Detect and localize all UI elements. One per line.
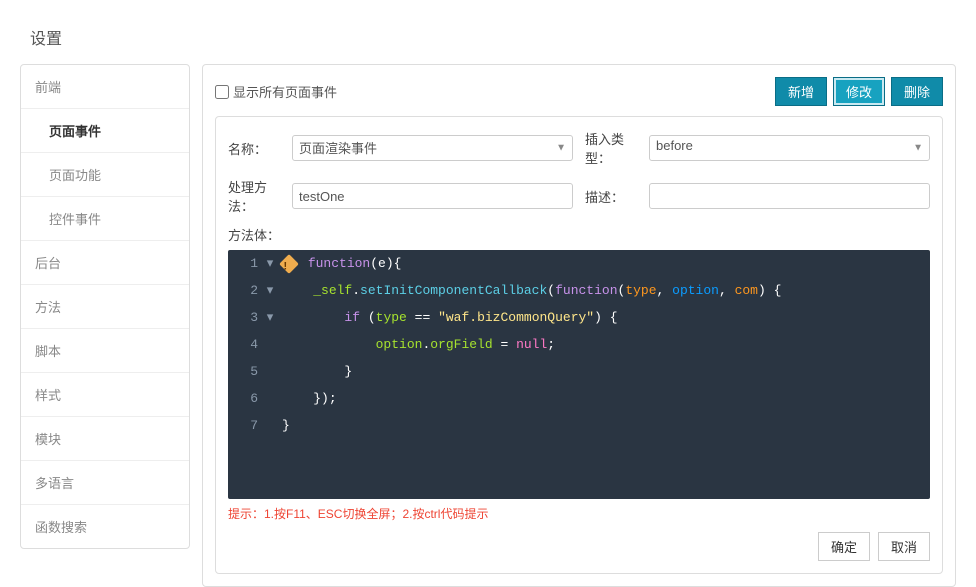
add-button[interactable]: 新增 bbox=[775, 77, 827, 106]
delete-button[interactable]: 删除 bbox=[891, 77, 943, 106]
name-select[interactable]: 页面渲染事件 ▼ bbox=[292, 135, 573, 161]
insert-type-value: before bbox=[656, 138, 693, 153]
show-all-checkbox[interactable] bbox=[215, 85, 229, 99]
sidebar-item-label: 样式 bbox=[35, 388, 61, 403]
name-select-value: 页面渲染事件 bbox=[299, 141, 377, 156]
handler-input[interactable] bbox=[292, 183, 573, 209]
body-label: 方法体： bbox=[228, 225, 286, 244]
main-panel: 显示所有页面事件 新增 修改 删除 名称： 页面渲染事件 ▼ 插入类型： bbox=[202, 64, 956, 587]
desc-label: 描述： bbox=[585, 187, 643, 206]
desc-input[interactable] bbox=[649, 183, 930, 209]
sidebar-item-label: 后台 bbox=[35, 256, 61, 271]
page-title: 设置 bbox=[30, 25, 956, 49]
sidebar-item-label: 方法 bbox=[35, 300, 61, 315]
sidebar-item-i18n[interactable]: 多语言 bbox=[21, 461, 189, 505]
sidebar-item-label: 页面事件 bbox=[49, 124, 101, 139]
sidebar-item-styles[interactable]: 样式 bbox=[21, 373, 189, 417]
sidebar-item-label: 页面功能 bbox=[49, 168, 101, 183]
sidebar-item-label: 脚本 bbox=[35, 344, 61, 359]
hint-text: 提示：1.按F11、ESC切换全屏；2.按ctrl代码提示 bbox=[228, 505, 930, 522]
name-label: 名称： bbox=[228, 139, 286, 158]
sidebar-item-control-events[interactable]: 控件事件 bbox=[21, 197, 189, 241]
code-editor[interactable]: 1▾ function(e){ 2▾ _self.setInitComponen… bbox=[228, 250, 930, 499]
ok-button[interactable]: 确定 bbox=[818, 532, 870, 561]
insert-type-label: 插入类型： bbox=[585, 129, 643, 167]
sidebar-item-methods[interactable]: 方法 bbox=[21, 285, 189, 329]
sidebar-item-label: 前端 bbox=[35, 80, 61, 95]
show-all-checkbox-wrap[interactable]: 显示所有页面事件 bbox=[215, 82, 337, 101]
edit-button[interactable]: 修改 bbox=[833, 77, 885, 106]
insert-type-select[interactable]: before ▼ bbox=[649, 135, 930, 161]
sidebar-item-modules[interactable]: 模块 bbox=[21, 417, 189, 461]
warning-icon bbox=[279, 254, 299, 274]
sidebar-item-label: 模块 bbox=[35, 432, 61, 447]
sidebar-item-func-search[interactable]: 函数搜索 bbox=[21, 505, 189, 548]
sidebar-item-scripts[interactable]: 脚本 bbox=[21, 329, 189, 373]
sidebar-item-label: 函数搜索 bbox=[35, 520, 87, 535]
chevron-down-icon: ▼ bbox=[913, 143, 923, 154]
sidebar-item-label: 控件事件 bbox=[49, 212, 101, 227]
show-all-label: 显示所有页面事件 bbox=[233, 82, 337, 101]
sidebar-item-label: 多语言 bbox=[35, 476, 74, 491]
sidebar-item-page-events[interactable]: 页面事件 bbox=[21, 109, 189, 153]
chevron-down-icon: ▼ bbox=[556, 143, 566, 154]
sidebar-item-page-functions[interactable]: 页面功能 bbox=[21, 153, 189, 197]
sidebar-item-backend[interactable]: 后台 bbox=[21, 241, 189, 285]
sidebar-item-frontend[interactable]: 前端 bbox=[21, 65, 189, 109]
sidebar: 前端 页面事件 页面功能 控件事件 后台 方法 脚本 样式 模块 多语言 函数搜… bbox=[20, 64, 190, 549]
handler-label: 处理方法： bbox=[228, 177, 286, 215]
cancel-button[interactable]: 取消 bbox=[878, 532, 930, 561]
form-area: 名称： 页面渲染事件 ▼ 插入类型： before ▼ 处理方法： bbox=[215, 116, 943, 574]
